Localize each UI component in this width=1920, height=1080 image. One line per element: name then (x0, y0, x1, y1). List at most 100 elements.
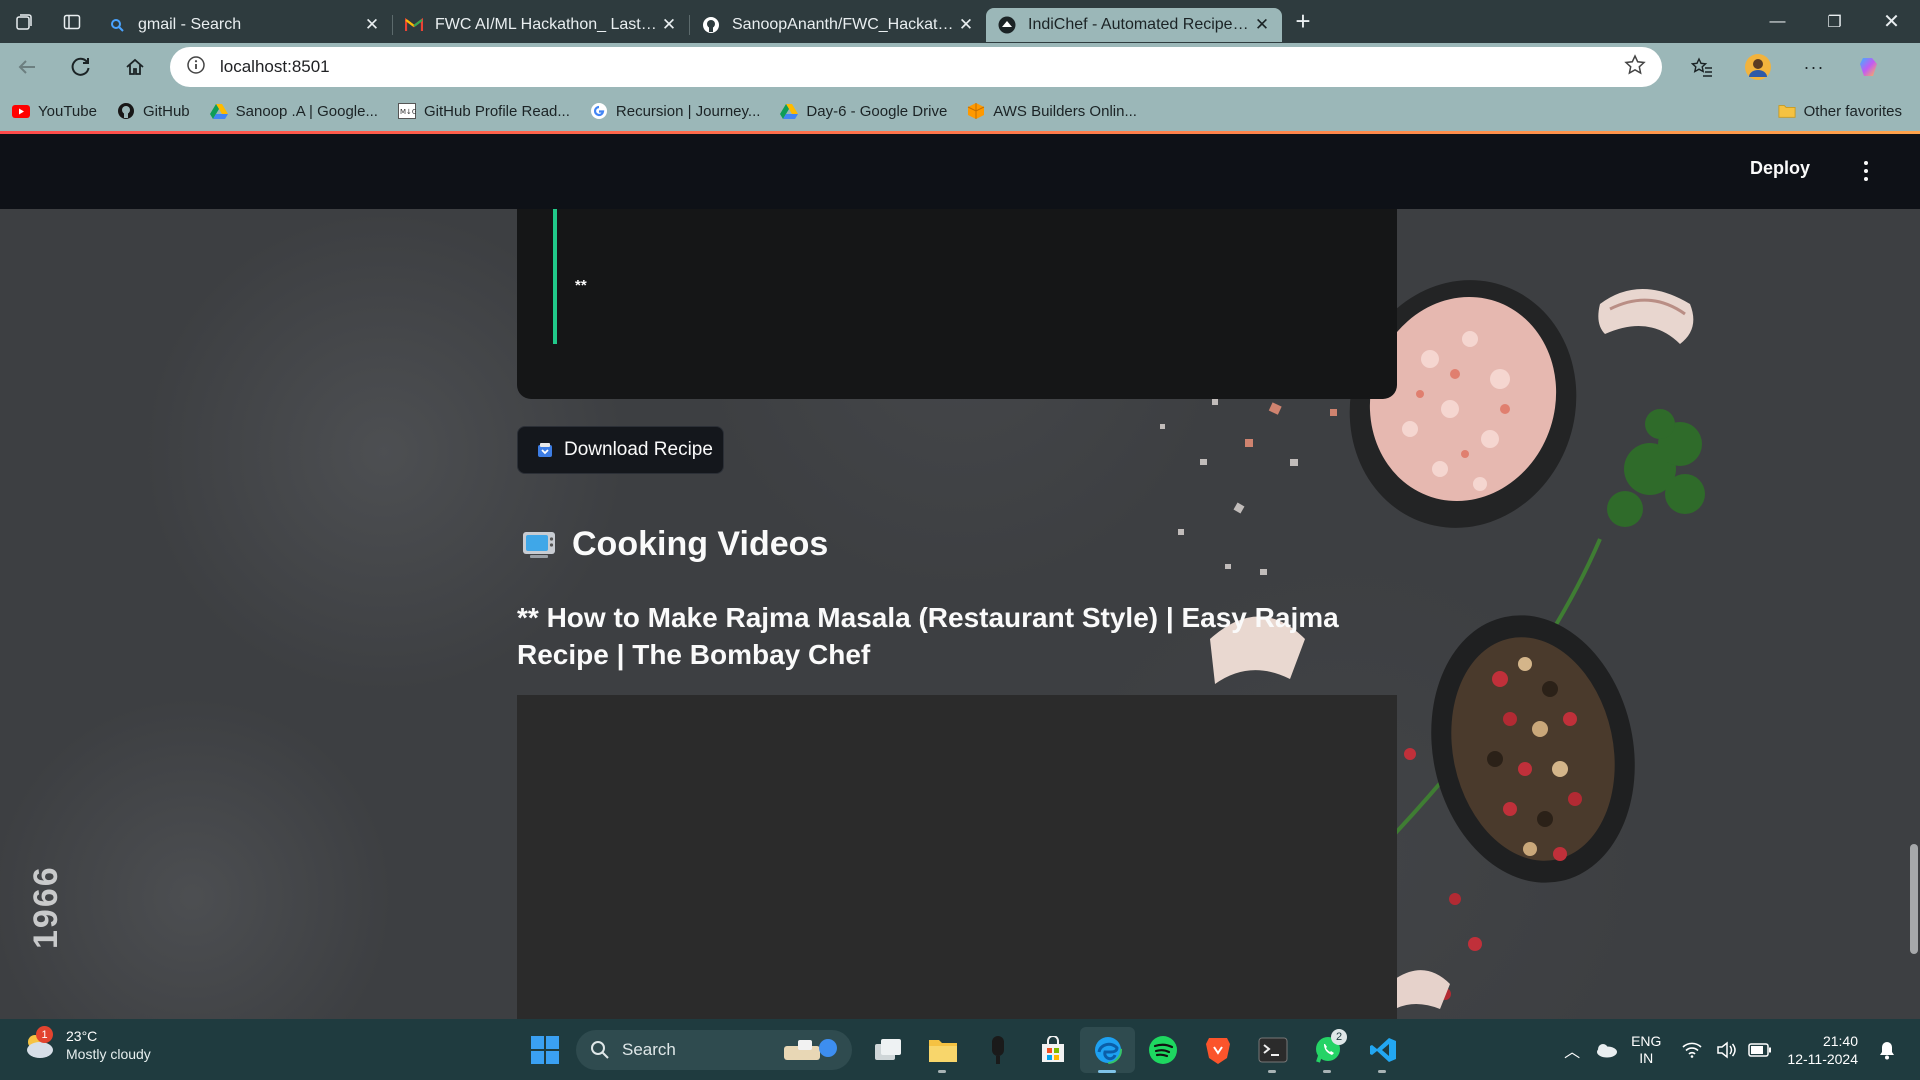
background-watermark-text: 1966 (27, 865, 65, 949)
restore-icon: ❐ (1827, 13, 1842, 31)
clock-time: 21:40 (1822, 1032, 1858, 1049)
browser-tab-bar: gmail - Search ✕ FWC AI/ML Hackathon_ La… (0, 0, 1920, 43)
bookmark-other-favorites[interactable]: Other favorites (1778, 102, 1902, 120)
television-icon (523, 531, 555, 558)
notifications-button[interactable] (1870, 1040, 1904, 1060)
folder-icon (1778, 102, 1796, 120)
page-scrollbar[interactable] (1910, 844, 1918, 954)
close-icon: ✕ (1883, 11, 1900, 33)
recipe-output-card: ** (517, 209, 1397, 399)
kebab-dot (1864, 169, 1868, 173)
tab-indichef[interactable]: IndiChef - Automated Recipe Gen ✕ (986, 7, 1282, 42)
taskbar-terminal[interactable] (1245, 1027, 1300, 1073)
back-arrow-icon (18, 60, 35, 74)
language-indicator[interactable]: ENG IN (1631, 1033, 1661, 1067)
taskbar-whatsapp[interactable]: 2 (1300, 1027, 1355, 1073)
microphone-icon (991, 1036, 1004, 1064)
bookmarks-bar: YouTube GitHub Sanoop .A | Google... M↓G… (0, 91, 1920, 131)
back-button[interactable] (0, 43, 54, 91)
vertical-tabs-button[interactable] (48, 0, 96, 43)
taskbar-microphone-app[interactable] (970, 1027, 1025, 1073)
bookmark-youtube[interactable]: YouTube (12, 102, 97, 120)
running-indicator (1098, 1070, 1116, 1073)
taskbar-brave[interactable] (1190, 1027, 1245, 1073)
refresh-icon (71, 57, 90, 76)
deploy-button[interactable]: Deploy (1750, 158, 1810, 179)
download-recipe-button[interactable]: Download Recipe (517, 426, 724, 474)
youtube-video-embed[interactable] (517, 695, 1397, 1019)
favorite-star-icon[interactable] (1624, 53, 1646, 81)
main-menu-button[interactable] (1856, 154, 1876, 188)
svg-text:M↓G: M↓G (400, 108, 416, 116)
spotify-icon (1148, 1036, 1177, 1064)
windows-logo-icon (531, 1036, 559, 1064)
bookmark-aws-builders[interactable]: AWS Builders Onlin... (967, 102, 1137, 120)
favorites-list-icon (1691, 57, 1712, 77)
onedrive-button[interactable] (1589, 1042, 1623, 1058)
bookmark-github[interactable]: GitHub (117, 102, 190, 120)
tab-close-icon[interactable]: ✕ (1252, 15, 1272, 35)
tab-gmail-search[interactable]: gmail - Search ✕ (96, 8, 392, 42)
tab-fwc-hackathon-mail[interactable]: FWC AI/ML Hackathon_ Last date ✕ (393, 8, 689, 42)
battery-button[interactable] (1743, 1042, 1777, 1057)
edge-browser-icon (1093, 1036, 1122, 1064)
show-hidden-icons-button[interactable]: ︿ (1555, 1038, 1589, 1062)
video-title: ** How to Make Rajma Masala (Restaurant … (517, 602, 1339, 670)
download-recipe-icon (538, 443, 552, 457)
tab-actions-icon (63, 14, 81, 29)
tab-close-icon[interactable]: ✕ (659, 15, 679, 35)
site-info-icon[interactable] (186, 55, 206, 80)
new-tab-button[interactable]: + (1282, 0, 1324, 43)
tab-github-repo[interactable]: SanoopAnanth/FWC_Hackathon ✕ (690, 8, 986, 42)
copilot-button[interactable] (1842, 43, 1898, 91)
address-bar-row: localhost:8501 ··· (0, 43, 1920, 91)
weather-description: Mostly cloudy (66, 1046, 151, 1062)
clock[interactable]: 21:40 12-11-2024 (1787, 1032, 1858, 1068)
weather-widget[interactable]: 1 23°C Mostly cloudy (22, 1026, 151, 1063)
taskbar-spotify[interactable] (1135, 1027, 1190, 1073)
bookmark-label: Other favorites (1803, 102, 1902, 120)
volume-button[interactable] (1709, 1040, 1743, 1059)
favorites-button[interactable] (1674, 43, 1730, 91)
taskbar-vscode[interactable] (1355, 1027, 1410, 1073)
streamlit-icon (998, 16, 1016, 34)
workspaces-button[interactable] (0, 0, 48, 43)
taskbar-search[interactable]: Search (576, 1030, 852, 1070)
avatar (1745, 54, 1771, 80)
bookmark-day6-drive[interactable]: Day-6 - Google Drive (780, 102, 947, 120)
taskbar-edge[interactable] (1080, 1027, 1135, 1073)
bookmark-github-readme[interactable]: M↓G GitHub Profile Read... (397, 102, 570, 120)
weather-badge: 1 (36, 1026, 53, 1043)
running-indicator (1323, 1070, 1331, 1073)
tab-close-icon[interactable]: ✕ (956, 15, 976, 35)
youtube-icon (12, 102, 30, 120)
cooking-videos-heading: Cooking Videos (522, 525, 828, 564)
taskbar-file-explorer[interactable] (915, 1027, 970, 1073)
bookmark-sanoop-drive[interactable]: Sanoop .A | Google... (209, 102, 378, 120)
start-button[interactable] (522, 1027, 568, 1073)
google-drive-icon (209, 102, 228, 120)
search-icon (108, 16, 126, 34)
copilot-icon (1860, 58, 1877, 76)
weather-cloud-icon: 1 (22, 1026, 56, 1062)
refresh-button[interactable] (54, 43, 108, 91)
home-button[interactable] (108, 43, 162, 91)
plus-icon: + (1295, 6, 1311, 36)
settings-more-button[interactable]: ··· (1786, 43, 1842, 91)
search-icon (591, 1041, 609, 1059)
bookmark-recursion[interactable]: Recursion | Journey... (590, 102, 760, 120)
taskbar-microsoft-store[interactable] (1025, 1027, 1080, 1073)
google-icon (590, 102, 608, 120)
speaker-icon (1717, 1040, 1737, 1059)
store-icon (1041, 1036, 1064, 1062)
aws-icon (967, 102, 985, 120)
wifi-button[interactable] (1675, 1042, 1709, 1058)
close-window-button[interactable]: ✕ (1863, 0, 1920, 43)
tab-close-icon[interactable]: ✕ (362, 15, 382, 35)
taskbar-task-view[interactable] (860, 1027, 915, 1073)
restore-button[interactable]: ❐ (1806, 0, 1863, 43)
url-input[interactable]: localhost:8501 (170, 47, 1662, 87)
profile-button[interactable] (1730, 43, 1786, 91)
blockquote-accent-bar (553, 209, 557, 344)
minimize-button[interactable]: — (1749, 0, 1806, 43)
